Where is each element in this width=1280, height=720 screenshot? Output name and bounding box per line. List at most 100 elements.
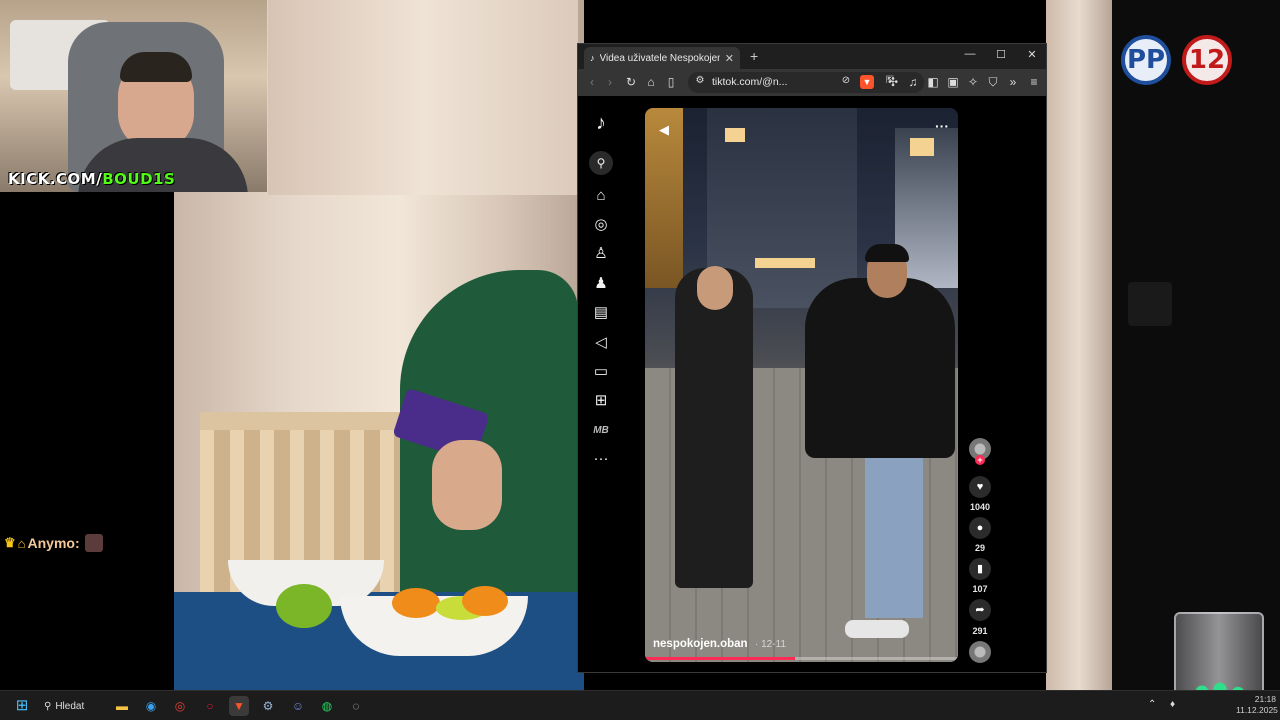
activity-icon[interactable]: ▭ (592, 363, 610, 381)
curtain-right (1046, 0, 1112, 690)
home-button[interactable]: ⌂ (641, 75, 661, 89)
desktop-stream-view: KICK.COM/BOUD1S ♛ ⌂ Anymo: PP 12 ♪ Videa… (0, 0, 1280, 720)
chrome-icon[interactable]: ◎ (170, 696, 190, 716)
orange-fruit (462, 586, 508, 616)
chat-message: ♛ ⌂ Anymo: (4, 534, 103, 552)
vpn-icon[interactable]: ⛉ (983, 75, 1003, 90)
bookmark-icon[interactable]: ▯ (661, 75, 681, 89)
sound-avatar[interactable] (969, 641, 991, 663)
taskbar-search[interactable]: ⚲ Hledat (44, 695, 104, 717)
green-apple (276, 584, 332, 628)
right-dark-area (1112, 0, 1280, 690)
lit-window (725, 128, 745, 142)
search-label: Hledat (55, 700, 85, 712)
man-hair (865, 244, 909, 262)
tiktok-page: ♪ ⚲ ⌂ ◎ ♙ ♟ ▤ ◁ ▭ ⊞ MB ··· ◀ ··· nespoko… (578, 96, 1046, 672)
media-icon[interactable]: ♫ (903, 75, 923, 89)
age-rating-badge: 12 (1182, 35, 1232, 85)
bookmark-icon[interactable]: ▮ (969, 558, 991, 580)
profile-mb-icon[interactable]: MB (592, 422, 610, 440)
webcam-overlay: KICK.COM/BOUD1S (0, 0, 267, 192)
no-media-icon[interactable]: ⊘ (836, 75, 856, 86)
pp-badge: PP (1121, 35, 1171, 85)
wallet-icon[interactable]: ▣ (943, 75, 963, 89)
explore-icon[interactable]: ◎ (592, 216, 610, 234)
chat-username: Anymo: (27, 535, 80, 551)
volume-icon[interactable]: ◀ (659, 122, 669, 138)
url-text: tiktok.com/@n... (712, 76, 788, 88)
file-explorer-icon[interactable]: ▬ (112, 696, 132, 716)
kick-logo-name: BOUD1S (102, 170, 176, 188)
clock[interactable]: 21:18 11.12.2025 (1236, 694, 1278, 716)
browser-tab[interactable]: ♪ Videa uživatele Nespokojený Ob ✕ (584, 47, 740, 69)
app-icon[interactable]: ◌ (346, 696, 366, 716)
like-count: 1040 (969, 502, 991, 512)
man-black-shirt (675, 268, 753, 588)
share-icon[interactable]: ➦ (969, 599, 991, 621)
reload-button[interactable]: ↻ (621, 75, 641, 89)
house-icon: ⌂ (17, 535, 26, 551)
white-sneaker (845, 620, 909, 638)
tiktok-video-player[interactable]: ◀ ··· nespokojen.oban · 12-11 (645, 108, 958, 662)
kick-logo-prefix: KICK.COM/ (8, 170, 103, 188)
extensions-icon[interactable]: ✣ (883, 75, 903, 89)
streamer-hair (120, 52, 192, 82)
browser-window: ♪ Videa uživatele Nespokojený Ob ✕ + — ☐… (577, 43, 1047, 673)
more-options-icon[interactable]: ··· (935, 118, 949, 134)
more-icon[interactable]: ··· (592, 450, 610, 468)
share-count: 291 (972, 626, 988, 636)
brave-shield-icon[interactable]: ▼ (860, 75, 874, 89)
man-jeans (865, 458, 923, 618)
overflow-icon[interactable]: » (1003, 75, 1023, 89)
close-window-button[interactable]: ✕ (1022, 48, 1042, 61)
emote-icon (84, 534, 103, 552)
progress-fill (645, 657, 796, 660)
follow-plus-icon[interactable]: + (975, 455, 985, 465)
man-head (697, 266, 733, 310)
title-bar: ♪ Videa uživatele Nespokojený Ob ✕ + — ☐… (578, 44, 1046, 69)
edge-icon[interactable]: ◉ (141, 696, 161, 716)
curtain-top (268, 0, 578, 195)
leo-ai-icon[interactable]: ✧ (963, 75, 983, 89)
back-button[interactable]: ‹ (582, 75, 602, 89)
site-info-icon[interactable]: ⚙ (690, 75, 710, 86)
tray-expand-icon[interactable]: ⌃ (1148, 699, 1156, 710)
action-bar: + ♥ 1040 ● 29 ▮ 107 ➦ 291 (966, 96, 994, 672)
close-tab-icon[interactable]: ✕ (725, 52, 734, 65)
home-icon[interactable]: ⌂ (592, 187, 610, 205)
comment-icon[interactable]: ● (969, 517, 991, 539)
left-black-area (0, 190, 174, 690)
menu-icon[interactable]: ≡ (1024, 75, 1044, 89)
messages-icon[interactable]: ◁ (592, 334, 610, 352)
tiktok-logo-icon[interactable]: ♪ (592, 113, 610, 133)
comment-count: 29 (974, 543, 985, 553)
following-icon[interactable]: ♙ (592, 245, 610, 263)
clock-date: 11.12.2025 (1236, 705, 1278, 715)
lit-window (755, 258, 815, 268)
upload-icon[interactable]: ⊞ (592, 392, 610, 410)
orange-fruit (392, 588, 440, 618)
heart-icon[interactable]: ♥ (969, 476, 991, 498)
sidebar-icon[interactable]: ◧ (923, 75, 943, 89)
windows-taskbar: ⊞ ⚲ Hledat ▬ ◉ ◎ ○ ▼ ⚙ ☺ ◍ ◌ ⌃ ♦ 21:18 1… (0, 690, 1280, 720)
microphone-icon[interactable]: ♦ (1170, 699, 1175, 710)
video-author[interactable]: nespokojen.oban (653, 638, 748, 650)
steam-icon[interactable]: ⚙ (258, 696, 278, 716)
opera-icon[interactable]: ○ (200, 696, 220, 716)
tab-title: Videa uživatele Nespokojený Ob (599, 52, 720, 64)
ghost-overlay (1128, 282, 1172, 326)
discord-icon[interactable]: ☺ (288, 696, 308, 716)
search-icon[interactable]: ⚲ (589, 151, 613, 175)
browser-toolbar: ‹ › ↻ ⌂ ▯ ⚙ tiktok.com/@n... ⊘ ▭ ⇱ ▼ ✣ ♫… (578, 69, 1046, 96)
forward-button[interactable]: › (600, 75, 620, 89)
windows-start-icon[interactable]: ⊞ (12, 696, 32, 716)
lit-window (910, 138, 934, 156)
new-tab-button[interactable]: + (750, 48, 758, 64)
spotify-icon[interactable]: ◍ (317, 696, 337, 716)
search-icon: ⚲ (44, 700, 52, 712)
brave-icon[interactable]: ▼ (229, 696, 249, 716)
maximize-button[interactable]: ☐ (991, 48, 1011, 61)
friends-icon[interactable]: ♟ (592, 275, 610, 293)
minimize-button[interactable]: — (960, 48, 980, 60)
live-icon[interactable]: ▤ (592, 304, 610, 322)
